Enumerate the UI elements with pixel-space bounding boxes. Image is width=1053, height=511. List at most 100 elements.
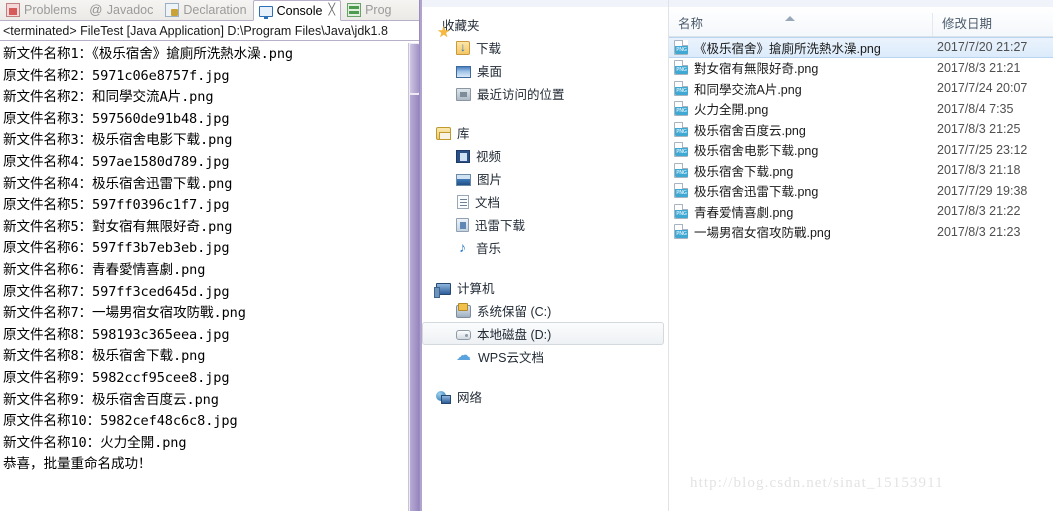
- nav-item-pictures-label: 图片: [477, 173, 503, 187]
- nav-root-network[interactable]: 网络: [422, 385, 668, 408]
- nav-item-music[interactable]: 音乐: [422, 236, 668, 259]
- tab-declaration[interactable]: Declaration: [159, 0, 252, 20]
- scrollbar-thumb[interactable]: [410, 44, 419, 93]
- music-icon: [456, 240, 470, 255]
- nav-item-downloads-label: 下载: [476, 42, 502, 56]
- pictures-icon: [456, 173, 471, 186]
- nav-item-documents[interactable]: 文档: [422, 190, 668, 213]
- nav-item-documents-label: 文档: [475, 196, 501, 210]
- nav-root-favorites[interactable]: 收藏夹: [422, 13, 668, 41]
- console-line: 新文件名称3：极乐宿舍电影下载.png: [3, 132, 233, 149]
- recent-places-icon: [456, 88, 471, 101]
- console-output[interactable]: 新文件名称1：《极乐宿舍》搶廁所洗熱水澡.png 原文件名称2：5971c06e…: [0, 43, 408, 511]
- downloads-icon: [456, 40, 470, 55]
- nav-group-network: 网络: [422, 385, 668, 408]
- file-name: 青春爱情喜劇.png: [694, 205, 794, 220]
- desktop-icon: [456, 65, 471, 78]
- tab-javadoc-label: Javadoc: [106, 2, 154, 17]
- png-file-icon: [674, 183, 688, 199]
- console-icon: [258, 5, 273, 19]
- table-row[interactable]: 《极乐宿舍》搶廁所洗熱水澡.png 2017/7/20 21:27: [669, 37, 1053, 58]
- table-row[interactable]: 火力全開.png 2017/8/4 7:35: [669, 99, 1053, 120]
- sort-ascending-icon: [785, 16, 795, 21]
- nav-item-wps-cloud[interactable]: WPS云文档: [422, 345, 668, 368]
- nav-item-system-drive[interactable]: 系统保留 (C:): [422, 299, 668, 322]
- nav-item-local-drive-d[interactable]: 本地磁盘 (D:): [422, 322, 664, 345]
- documents-icon: [457, 195, 469, 209]
- console-vertical-scrollbar[interactable]: [408, 43, 419, 511]
- scrollbar-track[interactable]: [410, 95, 419, 511]
- file-name: 一場男宿女宿攻防戰.png: [694, 226, 831, 241]
- file-name-cell: 《极乐宿舍》搶廁所洗熱水澡.png: [674, 38, 937, 57]
- nav-item-videos[interactable]: 视频: [422, 144, 668, 167]
- nav-item-pictures[interactable]: 图片: [422, 167, 668, 190]
- console-line: 新文件名称5：對女宿有無限好奇.png: [3, 218, 233, 235]
- console-line: 新文件名称2：和同學交流A片.png: [3, 89, 214, 106]
- computer-icon: [434, 282, 451, 298]
- navigation-pane: 收藏夹 下载 桌面 最近访问的位置 库: [422, 7, 668, 511]
- tab-progress-label: Prog: [365, 2, 392, 17]
- tab-javadoc[interactable]: @ Javadoc: [83, 0, 160, 20]
- console-line: 新文件名称7：一場男宿女宿攻防戰.png: [3, 305, 246, 322]
- file-name-cell: 极乐宿舍迅雷下载.png: [674, 181, 937, 200]
- console-line: 原文件名称2：5971c06e8757f.jpg: [3, 67, 230, 84]
- column-header-name-label: 名称: [678, 17, 704, 31]
- console-line: 原文件名称6：597ff3b7eb3eb.jpg: [3, 240, 230, 257]
- console-line: 新文件名称1：《极乐宿舍》搶廁所洗熱水澡.png: [3, 46, 294, 62]
- console-line: 原文件名称7：597ff3ced645d.jpg: [3, 283, 230, 300]
- png-file-icon: [674, 224, 688, 240]
- file-date: 2017/8/3 21:21: [937, 60, 1021, 75]
- tab-console[interactable]: Console ╳: [252, 0, 342, 21]
- console-line: 新文件名称4：极乐宿舍迅雷下载.png: [3, 175, 233, 192]
- table-row[interactable]: 和同學交流A片.png 2017/7/24 20:07: [669, 78, 1053, 99]
- nav-item-thunder-download[interactable]: 迅雷下载: [422, 213, 668, 236]
- tab-progress[interactable]: Prog: [341, 0, 397, 20]
- console-line: 原文件名称4：597ae1580d789.jpg: [3, 153, 230, 170]
- table-row[interactable]: 极乐宿舍下载.png 2017/8/3 21:18: [669, 160, 1053, 181]
- console-line: 原文件名称5：597ff0396c1f7.jpg: [3, 197, 230, 214]
- file-name-cell: 极乐宿舍百度云.png: [674, 120, 937, 139]
- system-drive-icon: [456, 303, 471, 318]
- nav-root-computer[interactable]: 计算机: [422, 276, 668, 299]
- nav-item-thunder-download-label: 迅雷下载: [475, 219, 526, 233]
- file-date: 2017/8/4 7:35: [937, 101, 1014, 116]
- file-name: 极乐宿舍百度云.png: [694, 123, 806, 138]
- table-row[interactable]: 青春爱情喜劇.png 2017/8/3 21:22: [669, 201, 1053, 222]
- cloud-icon: [456, 349, 472, 364]
- png-file-icon: [674, 101, 688, 117]
- png-file-icon: [674, 39, 688, 55]
- table-row[interactable]: 极乐宿舍百度云.png 2017/8/3 21:25: [669, 119, 1053, 140]
- console-line: 新文件名称10：火力全開.png: [3, 434, 187, 451]
- problems-icon: [6, 2, 20, 17]
- declaration-icon: [165, 2, 180, 17]
- nav-item-desktop-label: 桌面: [477, 65, 503, 79]
- close-icon[interactable]: ╳: [328, 5, 335, 16]
- nav-root-libraries[interactable]: 库: [422, 121, 668, 144]
- blog-watermark: http://blog.csdn.net/sinat_15153911: [690, 475, 944, 491]
- column-header-date[interactable]: 修改日期: [932, 13, 1053, 36]
- tab-console-label: Console: [276, 3, 323, 18]
- file-name: 极乐宿舍迅雷下载.png: [694, 185, 819, 200]
- table-row[interactable]: 一場男宿女宿攻防戰.png 2017/8/3 21:23: [669, 222, 1053, 243]
- console-line: 原文件名称10：5982cef48c6c8.jpg: [3, 413, 238, 430]
- table-row[interactable]: 极乐宿舍电影下载.png 2017/7/25 23:12: [669, 140, 1053, 161]
- file-list: 《极乐宿舍》搶廁所洗熱水澡.png 2017/7/20 21:27 對女宿有無限…: [669, 37, 1053, 242]
- nav-root-computer-label: 计算机: [457, 282, 495, 296]
- file-name-cell: 對女宿有無限好奇.png: [674, 58, 937, 77]
- table-row[interactable]: 對女宿有無限好奇.png 2017/8/3 21:21: [669, 58, 1053, 79]
- console-line: 原文件名称8：598193c365eea.jpg: [3, 326, 230, 343]
- file-date: 2017/8/3 21:25: [937, 122, 1021, 137]
- nav-item-wps-cloud-label: WPS云文档: [478, 351, 544, 365]
- png-file-icon: [674, 80, 688, 96]
- nav-item-recent-places-label: 最近访问的位置: [477, 88, 565, 102]
- nav-item-videos-label: 视频: [476, 150, 502, 164]
- nav-item-desktop[interactable]: 桌面: [422, 59, 668, 82]
- nav-item-recent-places[interactable]: 最近访问的位置: [422, 82, 668, 105]
- file-name: 《极乐宿舍》搶廁所洗熱水澡.png: [694, 41, 881, 56]
- file-name-cell: 极乐宿舍下载.png: [674, 161, 937, 180]
- tab-problems[interactable]: Problems: [0, 0, 83, 20]
- file-date: 2017/7/29 19:38: [937, 183, 1028, 198]
- column-header-name[interactable]: 名称: [669, 13, 932, 36]
- table-row[interactable]: 极乐宿舍迅雷下载.png 2017/7/29 19:38: [669, 181, 1053, 202]
- nav-item-downloads[interactable]: 下载: [422, 36, 668, 59]
